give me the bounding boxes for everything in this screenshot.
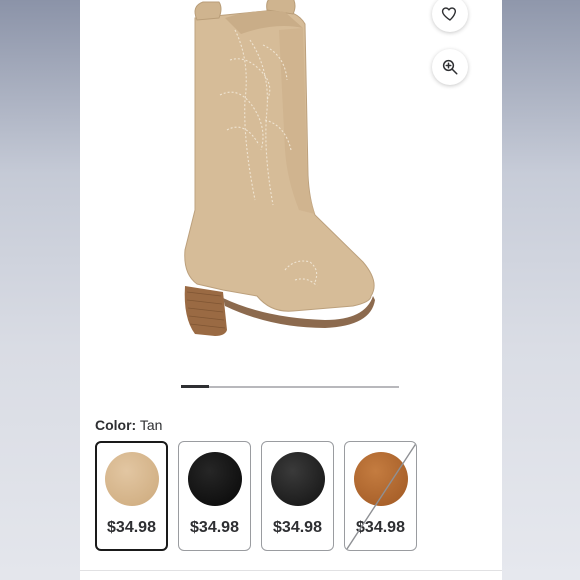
swatch-price: $34.98: [107, 519, 156, 536]
swatch-price: $34.98: [273, 519, 322, 536]
color-selected-value: Tan: [139, 417, 163, 433]
swatch-price: $34.98: [190, 519, 239, 536]
favorite-button[interactable]: [432, 0, 468, 32]
swatch-price: $34.98: [356, 519, 405, 536]
color-label-key: Color:: [95, 417, 137, 433]
background-right: [502, 0, 580, 580]
zoom-in-icon: [442, 59, 458, 75]
color-swatch-black[interactable]: $34.98: [178, 441, 251, 551]
divider: [80, 570, 502, 571]
product-image-gallery[interactable]: [80, 0, 502, 370]
zoom-button[interactable]: [432, 49, 468, 85]
carousel-position-thumb: [181, 385, 209, 388]
background-left: [0, 0, 80, 580]
image-carousel-indicator[interactable]: [181, 385, 399, 388]
color-label: Color: Tan: [95, 417, 162, 433]
color-swatch-black-smooth[interactable]: $34.98: [261, 441, 334, 551]
swatch-color-dot: [353, 452, 408, 506]
swatch-color-dot: [104, 452, 159, 506]
color-swatch-tan[interactable]: $34.98: [95, 441, 168, 551]
product-page: Color: Tan $34.98 $34.98 $34.98 $34.98: [80, 0, 502, 580]
color-swatch-list: $34.98 $34.98 $34.98 $34.98: [95, 441, 417, 551]
heart-icon: [441, 7, 456, 21]
product-image: [184, 0, 375, 336]
color-swatch-cognac[interactable]: $34.98: [344, 441, 417, 551]
swatch-color-dot: [270, 452, 325, 506]
swatch-color-dot: [187, 452, 242, 506]
